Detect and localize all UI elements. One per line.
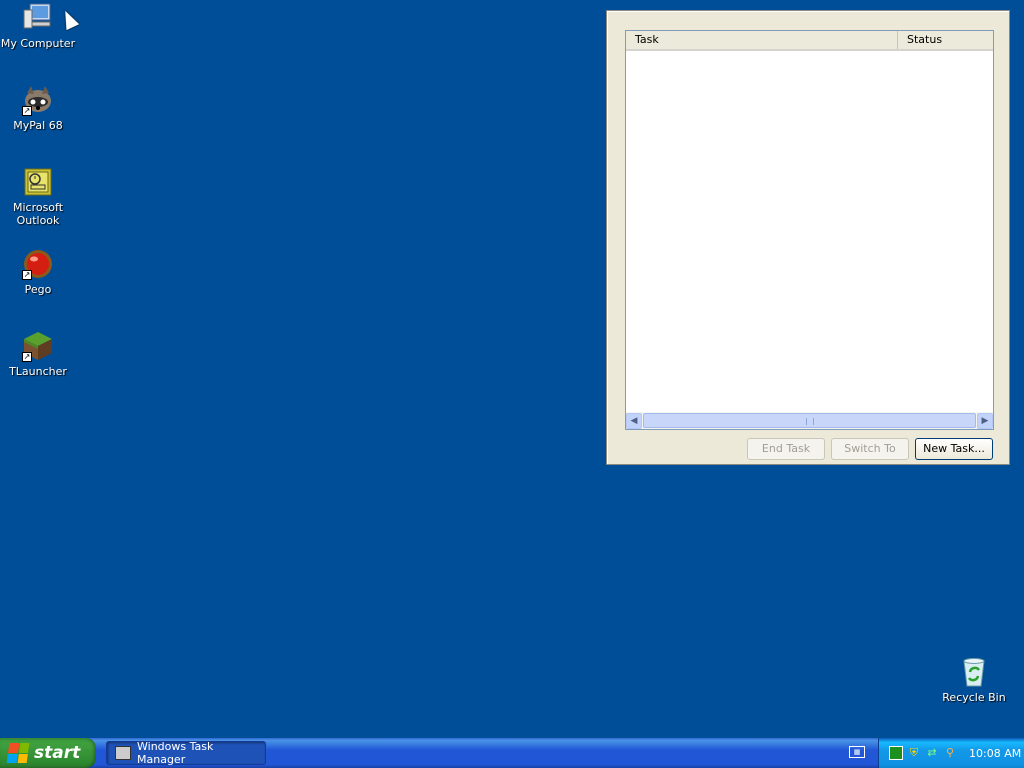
network-icon[interactable]: ⇄ [925,746,939,760]
desktop-icon-mypal[interactable]: ↗ MyPal 68 [0,84,76,132]
task-list-header: Task Status [626,31,993,51]
column-header-task[interactable]: Task [626,31,898,49]
search-icon[interactable]: ⚲ [943,746,957,760]
shortcut-arrow-icon: ↗ [22,270,32,280]
end-task-button[interactable]: End Task [747,438,825,460]
system-tray: ⛨ ⇄ ⚲ 10:08 AM [878,738,1024,768]
desktop-icon-recycle-bin[interactable]: Recycle Bin [936,656,1012,704]
scroll-right-button[interactable]: ▶ [977,412,993,429]
recycle-bin-icon [958,656,990,688]
desktop-icon-label: Microsoft Outlook [12,201,64,227]
raccoon-icon: ↗ [22,84,54,116]
desktop-icon-pego[interactable]: ↗ Pego [0,248,76,296]
shortcut-arrow-icon: ↗ [22,106,32,116]
new-task-button[interactable]: New Task... [915,438,993,460]
windows-flag-icon [6,743,30,763]
start-button[interactable]: start [0,738,96,768]
scroll-left-button[interactable]: ◀ [626,412,642,429]
grass-block-icon: ↗ [22,330,54,362]
start-label: start [34,743,81,763]
desktop-icon-label: My Computer [0,37,76,50]
column-header-status[interactable]: Status [898,31,993,49]
desktop-icon-tlauncher[interactable]: ↗ TLauncher [0,330,76,378]
my-computer-icon [22,2,54,34]
taskbar-window-label: Windows Task Manager [137,740,214,766]
security-shield-icon[interactable]: ⛨ [907,746,921,760]
taskbar-window-button[interactable]: Windows Task Manager [106,740,266,766]
desktop-icon-label: MyPal 68 [13,119,63,132]
outlook-icon [22,166,54,198]
green-square-icon[interactable] [889,746,903,760]
desktop-icon-label: TLauncher [9,365,67,378]
desktop-icon-outlook[interactable]: Microsoft Outlook [0,166,76,227]
scroll-thumb[interactable] [643,413,976,428]
clock[interactable]: 10:08 AM [969,747,1021,760]
red-orb-icon: ↗ [22,248,54,280]
taskbar: start Windows Task Manager ▦ ⛨ ⇄ ⚲ 10:08… [0,738,1024,768]
shortcut-arrow-icon: ↗ [22,352,32,362]
desktop-icon-label: Recycle Bin [942,691,1006,704]
horizontal-scrollbar[interactable]: ◀ ▶ [626,412,993,429]
task-manager-icon [115,746,131,760]
keyboard-icon[interactable]: ▦ [849,746,865,758]
switch-to-button[interactable]: Switch To [831,438,909,460]
scroll-track[interactable] [643,413,976,428]
chevron-right-icon: ▶ [981,415,989,426]
chevron-left-icon: ◀ [630,415,638,426]
grip-icon [805,418,814,425]
task-list[interactable]: Task Status ◀ ▶ [625,30,994,430]
task-manager-window: Task Status ◀ ▶ End Task Switch To New T… [606,10,1010,465]
desktop-icon-label: Pego [24,283,52,296]
